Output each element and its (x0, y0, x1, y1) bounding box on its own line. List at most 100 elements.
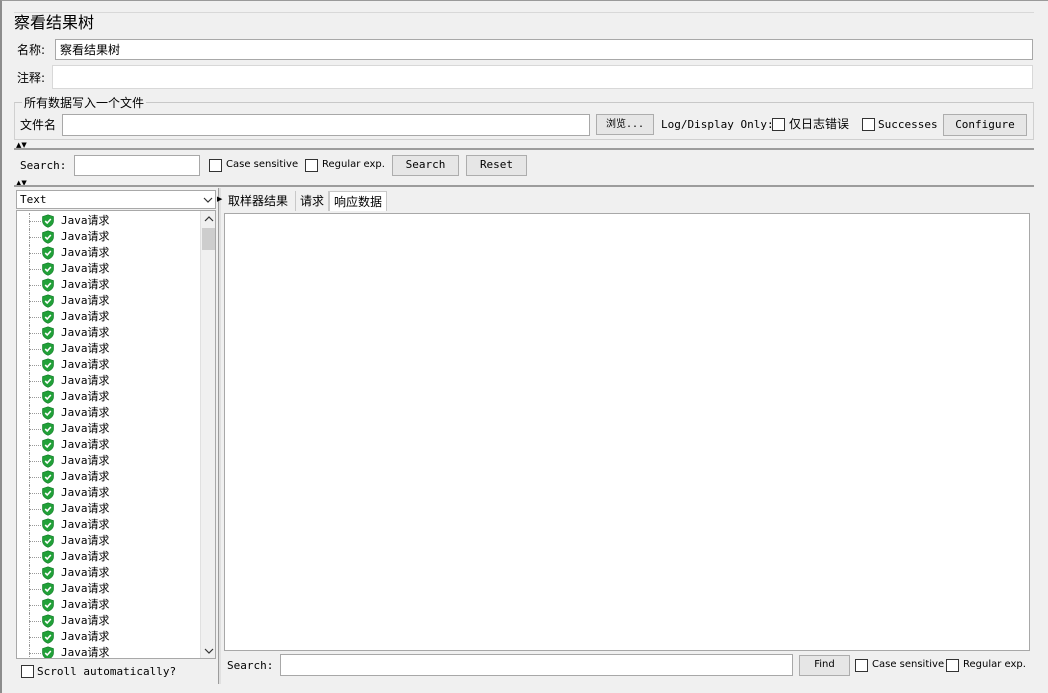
tree-item[interactable]: Java请求 (17, 629, 201, 645)
success-shield-icon (42, 278, 54, 292)
name-label: 名称: (17, 43, 46, 57)
scroll-thumb[interactable] (202, 228, 215, 250)
tree-item[interactable]: Java请求 (17, 229, 201, 245)
tree-item[interactable]: Java请求 (17, 405, 201, 421)
scroll-down-icon[interactable] (204, 647, 214, 655)
scroll-auto-checkbox[interactable] (21, 665, 34, 678)
tree-item[interactable]: Java请求 (17, 565, 201, 581)
tree-item-label: Java请求 (61, 550, 110, 563)
tree-line (29, 645, 30, 658)
tree-item[interactable]: Java请求 (17, 645, 201, 658)
tree-item[interactable]: Java请求 (17, 469, 201, 485)
comment-input[interactable] (52, 65, 1033, 89)
tree-item[interactable]: Java请求 (17, 277, 201, 293)
tree-item[interactable]: Java请求 (17, 517, 201, 533)
successes-label: Successes (878, 118, 938, 131)
filename-input[interactable] (62, 114, 590, 136)
success-shield-icon (42, 534, 54, 548)
name-input[interactable]: 察看结果树 (55, 39, 1033, 60)
tree-item[interactable]: Java请求 (17, 549, 201, 565)
search-input[interactable] (74, 155, 200, 176)
tree-item[interactable]: Java请求 (17, 581, 201, 597)
tree-item-label: Java请求 (61, 230, 110, 243)
tree-connector (29, 605, 41, 606)
tree-item[interactable]: Java请求 (17, 421, 201, 437)
success-shield-icon (42, 358, 54, 372)
tree-item[interactable]: Java请求 (17, 501, 201, 517)
tree-connector (29, 253, 41, 254)
splitter-arrow-icon[interactable]: ▶ (217, 196, 222, 203)
file-group-legend: 所有数据写入一个文件 (22, 95, 147, 111)
tree-item[interactable]: Java请求 (17, 341, 201, 357)
tree-item[interactable]: Java请求 (17, 373, 201, 389)
errors-only-label: 仅日志错误 (789, 117, 850, 131)
vertical-splitter[interactable] (218, 188, 221, 684)
reset-button[interactable]: Reset (466, 155, 527, 176)
tree-item[interactable]: Java请求 (17, 389, 201, 405)
tree-scrollbar[interactable] (200, 211, 215, 658)
tree-item-label: Java请求 (61, 358, 110, 371)
tree-item-label: Java请求 (61, 246, 110, 259)
renderer-select[interactable]: Text (16, 190, 216, 209)
chevron-down-icon (203, 197, 213, 203)
tree-connector (29, 493, 41, 494)
search-button[interactable]: Search (392, 155, 459, 176)
tree-item[interactable]: Java请求 (17, 453, 201, 469)
bottom-search-input[interactable] (280, 654, 793, 676)
tree-item[interactable]: Java请求 (17, 325, 201, 341)
tree-connector (29, 509, 41, 510)
browse-button[interactable]: 浏览... (596, 114, 654, 135)
tree-item[interactable]: Java请求 (17, 357, 201, 373)
tree-item[interactable]: Java请求 (17, 597, 201, 613)
scroll-auto-label: Scroll automatically? (37, 665, 177, 678)
successes-checkbox[interactable] (862, 118, 875, 131)
search-divider (14, 148, 1034, 150)
success-shield-icon (42, 646, 54, 658)
configure-button[interactable]: Configure (943, 114, 1027, 136)
success-shield-icon (42, 598, 54, 612)
results-tree[interactable]: Java请求 Java请求 Java请求 Java请求 Java请求 Java请求 Java… (16, 210, 216, 659)
tree-item[interactable]: Java请求 (17, 261, 201, 277)
tab-response-data[interactable]: 响应数据 (329, 191, 387, 211)
bottom-regex-checkbox[interactable] (946, 659, 959, 672)
tree-connector (29, 285, 41, 286)
tree-item-label: Java请求 (61, 566, 110, 579)
success-shield-icon (42, 566, 54, 580)
tree-item-label: Java请求 (61, 534, 110, 547)
tree-item-label: Java请求 (61, 518, 110, 531)
tree-connector (29, 557, 41, 558)
success-shield-icon (42, 374, 54, 388)
tree-item[interactable]: Java请求 (17, 293, 201, 309)
tree-item-label: Java请求 (61, 630, 110, 643)
tree-item-label: Java请求 (61, 342, 110, 355)
tab-sampler-result[interactable]: 取样器结果 (224, 191, 296, 211)
bottom-regex-label: Regular exp. (963, 659, 1026, 670)
response-content[interactable] (224, 213, 1030, 651)
tree-item[interactable]: Java请求 (17, 533, 201, 549)
tree-item[interactable]: Java请求 (17, 613, 201, 629)
tree-item[interactable]: Java请求 (17, 213, 201, 229)
scroll-up-icon[interactable] (204, 215, 214, 223)
bottom-case-sensitive-checkbox[interactable] (855, 659, 868, 672)
tree-item-label: Java请求 (61, 406, 110, 419)
success-shield-icon (42, 614, 54, 628)
tree-item[interactable]: Java请求 (17, 485, 201, 501)
tab-bar: 取样器结果 请求 响应数据 (224, 191, 524, 211)
tree-item-label: Java请求 (61, 262, 110, 275)
tree-item[interactable]: Java请求 (17, 309, 201, 325)
success-shield-icon (42, 630, 54, 644)
tree-item-label: Java请求 (61, 470, 110, 483)
success-shield-icon (42, 406, 54, 420)
tab-request[interactable]: 请求 (296, 191, 329, 211)
tree-item-label: Java请求 (61, 454, 110, 467)
tree-item[interactable]: Java请求 (17, 437, 201, 453)
tree-connector (29, 381, 41, 382)
tree-item[interactable]: Java请求 (17, 245, 201, 261)
case-sensitive-checkbox[interactable] (209, 159, 222, 172)
find-button[interactable]: Find (799, 655, 850, 676)
tree-connector (29, 525, 41, 526)
tree-item-label: Java请求 (61, 582, 110, 595)
tree-connector (29, 637, 41, 638)
errors-only-checkbox[interactable] (772, 118, 785, 131)
regex-checkbox[interactable] (305, 159, 318, 172)
